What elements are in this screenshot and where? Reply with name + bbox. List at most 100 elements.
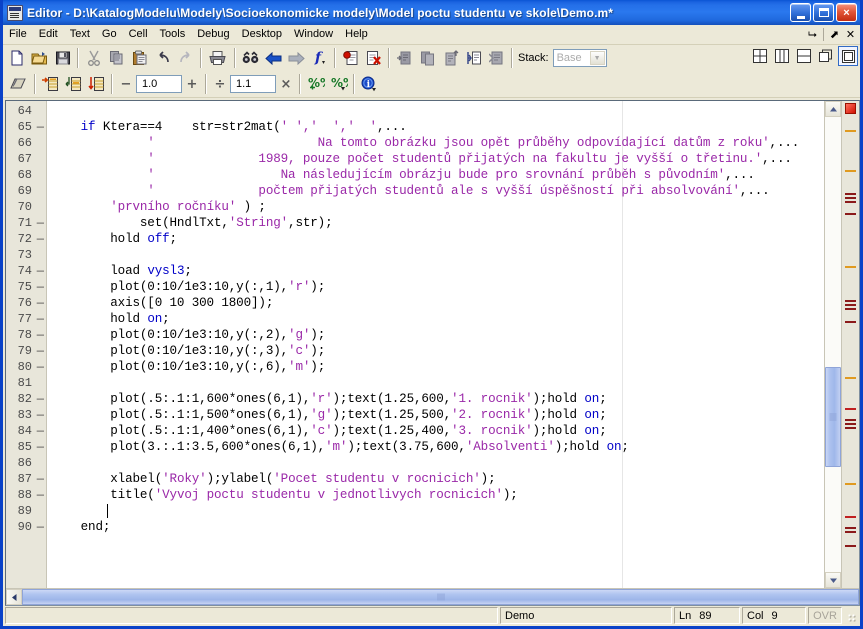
- menu-item-go[interactable]: Go: [96, 26, 123, 43]
- tile-4-icon[interactable]: [750, 46, 770, 66]
- exit-debug-icon[interactable]: [485, 47, 508, 69]
- paste-icon[interactable]: [128, 47, 151, 69]
- insert-cell-above-icon[interactable]: [62, 73, 85, 95]
- menu-item-edit[interactable]: Edit: [33, 26, 64, 43]
- code-line[interactable]: ' Na následujícím obrázju bude pro srovn…: [51, 167, 755, 183]
- code-line[interactable]: hold on;: [51, 311, 169, 327]
- executable-line-marker[interactable]: —: [37, 519, 44, 535]
- code-line[interactable]: end;: [51, 519, 111, 535]
- code-line[interactable]: xlabel('Roky');ylabel('Pocet studentu v …: [51, 471, 495, 487]
- code-line[interactable]: plot(0:10/1e3:10,y(:,6),'m');: [51, 359, 325, 375]
- find-icon[interactable]: [239, 47, 262, 69]
- executable-line-marker[interactable]: —: [37, 231, 44, 247]
- step-icon[interactable]: [393, 47, 416, 69]
- single-document-icon[interactable]: [838, 46, 858, 66]
- executable-line-marker[interactable]: —: [37, 487, 44, 503]
- minimize-button[interactable]: [790, 3, 811, 22]
- save-icon[interactable]: [51, 47, 74, 69]
- menu-item-text[interactable]: Text: [64, 26, 96, 43]
- executable-line-marker[interactable]: —: [37, 215, 44, 231]
- analyzer-mark[interactable]: [845, 308, 856, 310]
- executable-line-marker[interactable]: —: [37, 471, 44, 487]
- code-line[interactable]: 'prvního ročníku' ) ;: [51, 199, 266, 215]
- analyzer-mark[interactable]: [845, 527, 856, 529]
- menu-item-cell[interactable]: Cell: [123, 26, 154, 43]
- new-file-icon[interactable]: [5, 47, 28, 69]
- divide-icon[interactable]: ÷: [210, 73, 230, 95]
- analyzer-mark[interactable]: [845, 130, 856, 132]
- code-line[interactable]: plot(.5:.1:1,400*ones(6,1),'c');text(1.2…: [51, 423, 607, 439]
- stack-combo[interactable]: Base ▼: [552, 49, 607, 67]
- horizontal-scrollbar[interactable]: [6, 588, 859, 605]
- analyzer-mark[interactable]: [845, 266, 856, 268]
- menu-item-file[interactable]: File: [3, 26, 33, 43]
- decrement-cell-icon[interactable]: −: [116, 73, 136, 95]
- code-line[interactable]: plot(.5:.1:1,500*ones(6,1),'g');text(1.2…: [51, 407, 607, 423]
- maximize-button[interactable]: [813, 3, 834, 22]
- code-line[interactable]: axis([0 10 300 1800]);: [51, 295, 273, 311]
- executable-line-marker[interactable]: —: [37, 423, 44, 439]
- redo-icon[interactable]: [174, 47, 197, 69]
- code-line[interactable]: ' Na tomto obrázku jsou opět průběhy odp…: [51, 135, 799, 151]
- back-arrow-icon[interactable]: [262, 47, 285, 69]
- multiply-icon[interactable]: ×: [276, 73, 296, 95]
- analyzer-mark[interactable]: [845, 419, 856, 421]
- executable-line-marker[interactable]: —: [37, 407, 44, 423]
- code-line[interactable]: plot(0:10/1e3:10,y(:,3),'c');: [51, 343, 325, 359]
- analyzer-mark[interactable]: [845, 377, 856, 379]
- cut-icon[interactable]: [82, 47, 105, 69]
- next-cell-icon[interactable]: [85, 73, 108, 95]
- cell-mode-icon[interactable]: [5, 73, 31, 95]
- clear-breakpoints-icon[interactable]: [362, 47, 385, 69]
- executable-line-marker[interactable]: —: [37, 311, 44, 327]
- horizontal-scroll-thumb[interactable]: [22, 589, 859, 605]
- analyzer-status-indicator[interactable]: [845, 103, 856, 114]
- code-line[interactable]: ' 1989, pouze počet studentů přijatých n…: [51, 151, 792, 167]
- executable-line-marker[interactable]: —: [37, 359, 44, 375]
- tile-vertical-icon[interactable]: [772, 46, 792, 66]
- float-icon[interactable]: [816, 46, 836, 66]
- close-button[interactable]: ×: [836, 3, 857, 22]
- executable-line-marker[interactable]: —: [37, 263, 44, 279]
- open-file-icon[interactable]: [28, 47, 51, 69]
- analyzer-mark[interactable]: [845, 201, 856, 203]
- dock-arrow-icon[interactable]: ⮡: [805, 27, 820, 42]
- scroll-down-button[interactable]: [825, 572, 841, 588]
- print-icon[interactable]: [205, 47, 231, 69]
- code-line[interactable]: plot(0:10/1e3:10,y(:,2),'g');: [51, 327, 325, 343]
- executable-line-marker[interactable]: —: [37, 295, 44, 311]
- analyzer-mark[interactable]: [845, 300, 856, 302]
- vertical-scrollbar[interactable]: [824, 101, 841, 588]
- code-line[interactable]: plot(.5:.1:1,600*ones(6,1),'r');text(1.2…: [51, 391, 607, 407]
- menu-item-window[interactable]: Window: [288, 26, 339, 43]
- copy-icon[interactable]: [105, 47, 128, 69]
- analyzer-mark[interactable]: [845, 423, 856, 425]
- executable-line-marker[interactable]: —: [37, 327, 44, 343]
- code-line[interactable]: hold off;: [51, 231, 177, 247]
- forward-arrow-icon[interactable]: [285, 47, 308, 69]
- step-out-icon[interactable]: [439, 47, 462, 69]
- insert-cell-icon[interactable]: [39, 73, 62, 95]
- vertical-scroll-thumb[interactable]: [825, 367, 841, 468]
- tile-horizontal-icon[interactable]: [794, 46, 814, 66]
- executable-line-marker[interactable]: —: [37, 279, 44, 295]
- analyzer-mark[interactable]: [845, 213, 856, 215]
- analyzer-mark[interactable]: [845, 321, 856, 323]
- analyzer-mark[interactable]: [845, 545, 856, 547]
- set-breakpoint-icon[interactable]: [339, 47, 362, 69]
- comment-decrease-icon[interactable]: %%: [327, 73, 350, 95]
- code-line[interactable]: set(HndlTxt,'String',str);: [51, 215, 333, 231]
- analyzer-mark[interactable]: [845, 427, 856, 429]
- comment-increase-icon[interactable]: %%: [304, 73, 327, 95]
- code-line[interactable]: ' počtem přijatých studentů ale s vyšší …: [51, 183, 769, 199]
- function-browser-icon[interactable]: f: [308, 47, 331, 69]
- executable-line-marker[interactable]: —: [37, 391, 44, 407]
- step-in-icon[interactable]: [416, 47, 439, 69]
- code-line[interactable]: if Ktera==4 str=str2mat(' ',' ',' ',...: [51, 119, 407, 135]
- analyzer-mark[interactable]: [845, 304, 856, 306]
- menu-item-help[interactable]: Help: [339, 26, 374, 43]
- add-value-input[interactable]: 1.0: [136, 75, 182, 93]
- code-line[interactable]: title('Vyvoj poctu studentu v jednotlivy…: [51, 487, 518, 503]
- mult-value-input[interactable]: 1.1: [230, 75, 276, 93]
- undock-arrow-icon[interactable]: ⬈: [827, 27, 842, 42]
